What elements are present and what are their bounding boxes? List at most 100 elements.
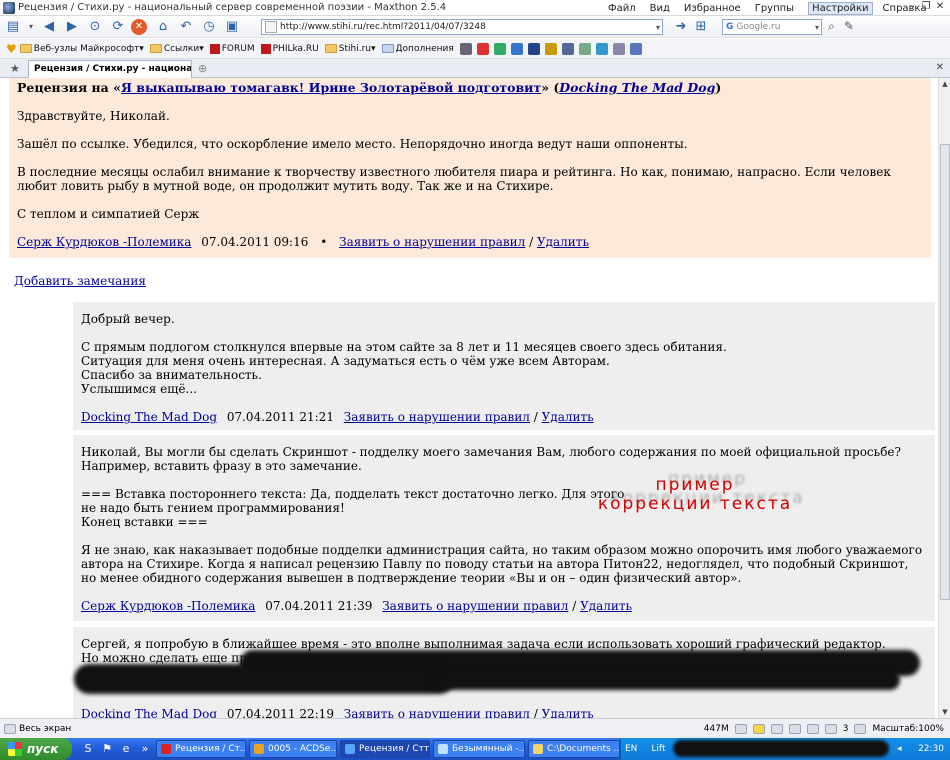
forward-icon[interactable]: ▶ bbox=[62, 18, 82, 36]
antivirus-icon[interactable]: ⚑ bbox=[99, 741, 115, 757]
menu-groups[interactable]: Группы bbox=[755, 3, 794, 14]
report-link[interactable]: Заявить о нарушении правил bbox=[344, 410, 530, 424]
scroll-up-icon[interactable]: ▲ bbox=[939, 78, 950, 90]
addons-icon[interactable]: ⊞ bbox=[691, 18, 711, 36]
author-link[interactable]: Серж Курдюков -Полемика bbox=[17, 235, 191, 249]
restore-icon[interactable]: ❐ bbox=[919, 1, 933, 14]
favorite-philka[interactable]: PHILka.RU bbox=[260, 43, 319, 54]
go-icon[interactable]: ➜ bbox=[671, 18, 691, 36]
url-text[interactable]: http://www.stihi.ru/rec.html?2011/04/07/… bbox=[280, 22, 486, 32]
delete-link[interactable]: Удалить bbox=[537, 235, 589, 249]
favorite-links[interactable]: Ссылки ▾ bbox=[149, 44, 204, 54]
new-page-icon[interactable]: ▤ bbox=[3, 18, 23, 36]
toolbar-right: ⌕ ✎ bbox=[828, 19, 860, 34]
favorite-forum[interactable]: FORUM bbox=[209, 43, 255, 54]
zoom-icon[interactable] bbox=[854, 723, 867, 734]
author-link[interactable]: Серж Курдюков -Полемика bbox=[81, 599, 255, 613]
plugin-icon[interactable] bbox=[578, 42, 591, 55]
menu-favorites[interactable]: Избранное bbox=[684, 3, 741, 14]
folder-icon[interactable] bbox=[788, 723, 801, 734]
favorite-addons[interactable]: Дополнения bbox=[381, 44, 454, 54]
plugin-icon[interactable] bbox=[629, 42, 642, 55]
author-link[interactable]: Docking The Mad Dog bbox=[81, 410, 217, 424]
report-link[interactable]: Заявить о нарушении правил bbox=[344, 707, 530, 718]
chevron-down-icon[interactable]: ▾ bbox=[656, 23, 660, 32]
minimize-icon[interactable]: – bbox=[905, 1, 919, 14]
author-link[interactable]: Docking The Mad Dog bbox=[81, 707, 217, 718]
menu-settings[interactable]: Настройки bbox=[808, 1, 873, 15]
stop-icon[interactable]: ✕ bbox=[131, 18, 147, 35]
plugin-icon[interactable] bbox=[493, 42, 506, 55]
chevron-down-icon[interactable]: ▾ bbox=[26, 18, 36, 36]
work-author-link[interactable]: Docking The Mad Dog bbox=[559, 80, 715, 95]
redaction-blot bbox=[430, 670, 900, 690]
work-title-link[interactable]: Я выкапываю томагавк! Ирине Золотарёвой … bbox=[121, 80, 541, 95]
refresh-icon[interactable]: ⟳ bbox=[108, 18, 128, 36]
menu-file[interactable]: Файл bbox=[608, 3, 636, 14]
taskbar-task[interactable]: 0005 - ACDSe... bbox=[249, 740, 337, 758]
plugin-icon[interactable] bbox=[595, 42, 608, 55]
history-dropdown-icon[interactable]: ⊙ bbox=[85, 18, 105, 36]
clock-icon[interactable]: ◷ bbox=[199, 18, 219, 36]
status-icon[interactable] bbox=[824, 723, 837, 734]
delete-link[interactable]: Удалить bbox=[542, 707, 594, 718]
quick-launch: S ⚑ e » bbox=[80, 741, 156, 757]
comment-date: 07.04.2011 21:39 bbox=[265, 599, 373, 613]
taskbar-task[interactable]: Безымянный -... bbox=[433, 740, 525, 758]
comment-meta: Серж Курдюков -Полемика 07.04.2011 21:39… bbox=[81, 599, 633, 613]
quick-launch-chevron-icon[interactable]: » bbox=[137, 741, 153, 757]
pin-icon[interactable]: ★ bbox=[10, 62, 20, 75]
plugin-icon[interactable] bbox=[561, 42, 574, 55]
delete-link[interactable]: Удалить bbox=[542, 410, 594, 424]
report-link[interactable]: Заявить о нарушении правил bbox=[382, 599, 568, 613]
plugin-icon[interactable] bbox=[527, 42, 540, 55]
status-icon[interactable] bbox=[770, 723, 783, 734]
ie-icon[interactable]: e bbox=[118, 741, 134, 757]
start-button[interactable]: пуск bbox=[0, 738, 72, 760]
add-note-link[interactable]: Добавить замечания bbox=[14, 274, 146, 288]
opera-icon bbox=[161, 744, 171, 754]
home-icon[interactable]: ⌂ bbox=[153, 18, 173, 36]
search-box[interactable]: G Google.ru ▾ bbox=[722, 19, 822, 35]
taskbar-task[interactable]: Рецензия / Ст... bbox=[156, 740, 246, 758]
page-favicon bbox=[265, 21, 277, 33]
plugin-icon[interactable] bbox=[459, 42, 472, 55]
window-icon[interactable]: ▣ bbox=[222, 18, 242, 36]
skype-icon[interactable]: S bbox=[80, 741, 96, 757]
site-icon bbox=[260, 43, 271, 54]
scroll-thumb[interactable] bbox=[940, 144, 950, 600]
close-icon[interactable]: ✕ bbox=[933, 1, 947, 14]
tab-review[interactable]: Рецензия / Стихи.ру - национа... bbox=[28, 60, 192, 78]
status-icon[interactable] bbox=[806, 723, 819, 734]
delete-link[interactable]: Удалить bbox=[580, 599, 632, 613]
back-icon[interactable]: ◀ bbox=[39, 18, 59, 36]
favorites-star-icon[interactable]: ♥ bbox=[6, 42, 17, 56]
lightning-icon[interactable] bbox=[752, 723, 765, 734]
menu-view[interactable]: Вид bbox=[650, 3, 670, 14]
search-placeholder[interactable]: Google.ru bbox=[736, 22, 780, 32]
fullscreen-toggle[interactable]: Весь экран bbox=[4, 723, 71, 734]
plugin-icon[interactable] bbox=[510, 42, 523, 55]
language-indicator[interactable]: EN bbox=[625, 744, 637, 754]
chevron-down-icon[interactable]: ▾ bbox=[815, 23, 819, 32]
plugin-icon[interactable] bbox=[544, 42, 557, 55]
address-bar[interactable]: http://www.stihi.ru/rec.html?2011/04/07/… bbox=[261, 19, 663, 35]
status-icon[interactable] bbox=[734, 723, 747, 734]
favorite-ms-sites[interactable]: Веб-узлы Майкрософт ▾ bbox=[19, 44, 144, 54]
undo-close-icon[interactable]: ↶ bbox=[176, 18, 196, 36]
plugin-icon[interactable] bbox=[476, 42, 489, 55]
scroll-down-icon[interactable]: ▼ bbox=[939, 706, 950, 718]
taskbar-task[interactable]: Рецензия / Стт... bbox=[340, 740, 430, 758]
report-link[interactable]: Заявить о нарушении правил bbox=[339, 235, 525, 249]
new-tab-icon[interactable]: ⊕ bbox=[198, 62, 207, 75]
zoom-level[interactable]: Масштаб:100% bbox=[872, 724, 944, 734]
search-icon[interactable]: ⌕ bbox=[828, 19, 844, 34]
highlight-icon[interactable]: ✎ bbox=[844, 19, 860, 34]
taskbar-task[interactable]: C:\Documents ... bbox=[528, 740, 620, 758]
vertical-scrollbar[interactable]: ▲ ▼ bbox=[938, 78, 950, 718]
favorite-stihi[interactable]: Stihi.ru ▾ bbox=[324, 44, 376, 54]
tray-lift[interactable]: Lift bbox=[651, 744, 665, 754]
tab-controls-icon[interactable]: ✕ bbox=[936, 62, 944, 73]
plugin-icon[interactable] bbox=[612, 42, 625, 55]
speaker-icon[interactable]: ◂ bbox=[897, 744, 902, 754]
